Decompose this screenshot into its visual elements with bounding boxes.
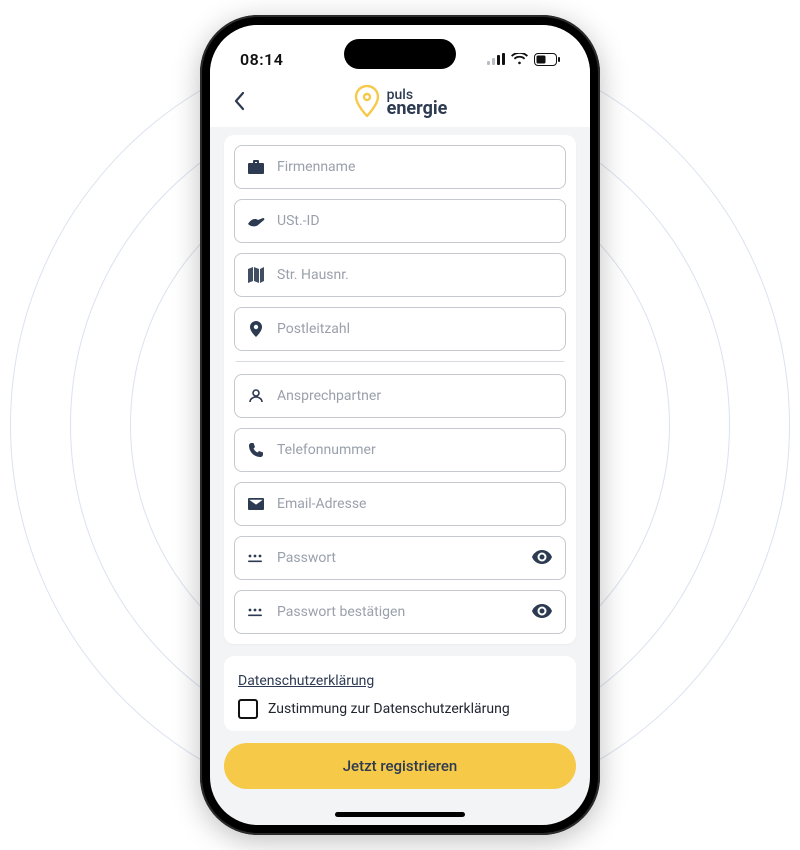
person-icon: [247, 387, 265, 405]
signal-icon: [487, 53, 505, 65]
street-field-row: [234, 253, 566, 297]
chevron-left-icon: [233, 91, 245, 115]
password-input[interactable]: [277, 550, 519, 566]
vat-input[interactable]: [277, 213, 553, 229]
privacy-policy-link[interactable]: Datenschutzerklärung: [238, 673, 374, 689]
status-time: 08:14: [240, 50, 283, 69]
form-card: [224, 135, 576, 644]
app-header: puls energie: [210, 79, 590, 127]
zip-input[interactable]: [277, 321, 553, 337]
mail-icon: [247, 495, 265, 513]
password-dots-icon: [247, 603, 265, 621]
phone-icon: [247, 441, 265, 459]
phone-frame: 08:14: [200, 15, 600, 835]
status-icons: [487, 53, 560, 66]
consent-label: Zustimmung zur Datenschutzerklärung: [268, 701, 510, 717]
pin-icon: [247, 320, 265, 338]
contact-field-row: [234, 374, 566, 418]
logo-word-2: energie: [387, 101, 448, 117]
map-icon: [247, 266, 265, 284]
eye-icon: [532, 549, 552, 568]
password-dots-icon: [247, 549, 265, 567]
hand-icon: [247, 212, 265, 230]
company-field-row: [234, 145, 566, 189]
phone-input[interactable]: [277, 442, 553, 458]
email-input[interactable]: [277, 496, 553, 512]
email-field-row: [234, 482, 566, 526]
form-scroll-area: Datenschutzerklärung Zustimmung zur Date…: [210, 127, 590, 825]
form-divider: [236, 361, 564, 362]
dynamic-island: [344, 39, 456, 69]
app-logo: puls energie: [353, 85, 448, 121]
privacy-box: Datenschutzerklärung Zustimmung zur Date…: [224, 656, 576, 731]
briefcase-icon: [247, 158, 265, 176]
battery-icon: [534, 53, 560, 66]
consent-row: Zustimmung zur Datenschutzerklärung: [238, 699, 562, 719]
contact-input[interactable]: [277, 388, 553, 404]
home-indicator: [335, 812, 465, 817]
password-confirm-visibility-toggle[interactable]: [531, 601, 553, 623]
consent-checkbox[interactable]: [238, 699, 258, 719]
zip-field-row: [234, 307, 566, 351]
phone-screen: 08:14: [210, 25, 590, 825]
company-input[interactable]: [277, 159, 553, 175]
street-input[interactable]: [277, 267, 553, 283]
password-visibility-toggle[interactable]: [531, 547, 553, 569]
vat-field-row: [234, 199, 566, 243]
back-button[interactable]: [222, 86, 256, 120]
wifi-icon: [511, 53, 528, 65]
logo-pin-icon: [353, 85, 381, 121]
phone-field-row: [234, 428, 566, 472]
eye-icon: [532, 603, 552, 622]
password-confirm-input[interactable]: [277, 604, 519, 620]
password-field-row: [234, 536, 566, 580]
register-button[interactable]: Jetzt registrieren: [224, 743, 576, 789]
password-confirm-field-row: [234, 590, 566, 634]
